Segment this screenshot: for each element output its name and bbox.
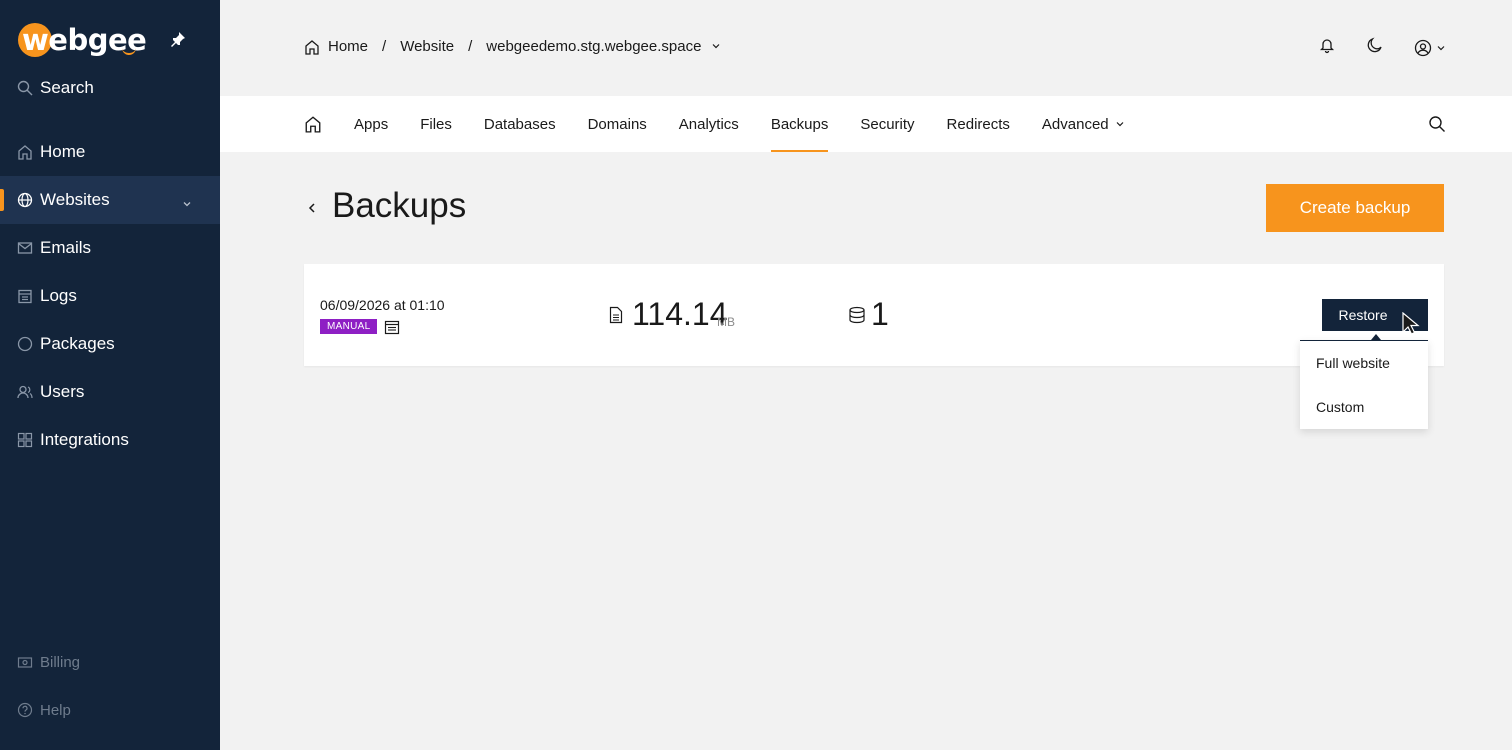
sidebar-item-billing[interactable]: Billing — [0, 638, 220, 686]
create-backup-button[interactable]: Create backup — [1266, 184, 1444, 232]
sidebar-search[interactable]: Search — [0, 64, 220, 112]
breadcrumb-website[interactable]: Website — [400, 38, 454, 55]
moon-icon[interactable] — [1366, 36, 1384, 59]
backup-type-badge: MANUAL — [320, 319, 378, 334]
page-header: Backups Create backup — [304, 184, 1444, 232]
home-icon — [305, 39, 319, 55]
sidebar-item-integrations[interactable]: Integrations — [0, 416, 220, 464]
sidebar-item-label: Websites — [40, 190, 110, 209]
sidebar-item-websites[interactable]: Websites — [0, 176, 220, 224]
backup-size-unit: MB — [717, 315, 735, 329]
calendar-icon[interactable] — [384, 319, 400, 340]
database-icon — [848, 306, 866, 329]
sidebar-item-emails[interactable]: Emails — [0, 224, 220, 272]
mail-icon — [16, 239, 34, 257]
package-icon — [16, 335, 34, 353]
chevron-down-icon[interactable] — [182, 194, 192, 214]
sidebar-item-packages[interactable]: Packages — [0, 320, 220, 368]
chevron-down-icon — [1437, 45, 1445, 50]
back-button[interactable] — [304, 198, 320, 218]
breadcrumb-domain[interactable]: webgeedemo.stg.webgee.space — [486, 38, 701, 55]
breadcrumb-home-label: Home — [328, 38, 369, 55]
header-actions — [1318, 36, 1446, 59]
sidebar-item-help[interactable]: Help — [0, 686, 220, 734]
tab-advanced-label: Advanced — [1041, 115, 1109, 133]
tab-analytics[interactable]: Analytics — [679, 96, 739, 152]
backup-size: 114.14 — [632, 296, 728, 332]
globe-icon — [16, 191, 34, 209]
sidebar-item-label: Logs — [40, 286, 77, 305]
sidebar-item-label: Help — [40, 701, 71, 719]
sidebar-item-label: Integrations — [40, 430, 129, 449]
sidebar-item-label: Home — [40, 142, 86, 161]
tab-domains[interactable]: Domains — [588, 96, 647, 152]
file-icon — [609, 306, 623, 329]
sidebar-search-label: Search — [40, 78, 94, 97]
help-icon — [16, 701, 34, 719]
tab-apps[interactable]: Apps — [354, 96, 388, 152]
restore-option-custom[interactable]: Custom — [1316, 399, 1364, 415]
breadcrumb-separator: / — [468, 38, 473, 55]
sidebar-item-users[interactable]: Users — [0, 368, 220, 416]
backup-row: 06/09/2026 at 01:10 MANUAL 114.14 MB 1 — [304, 264, 1444, 366]
restore-option-full-website[interactable]: Full website — [1316, 355, 1390, 371]
breadcrumb-home[interactable]: Home — [304, 38, 368, 55]
backup-date: 06/09/2026 at 01:10 — [320, 297, 445, 313]
breadcrumb: Home / Website / webgeedemo.stg.webgee.s… — [304, 38, 721, 55]
tab-databases[interactable]: Databases — [484, 96, 556, 152]
sidebar-item-label: Emails — [40, 238, 92, 257]
sidebar-item-home[interactable]: Home — [0, 128, 220, 176]
tab-redirects[interactable]: Redirects — [947, 96, 1010, 152]
chevron-down-icon[interactable] — [711, 38, 721, 55]
tab-advanced[interactable]: Advanced — [1042, 96, 1125, 152]
restore-dropdown: Full website Custom — [1300, 340, 1428, 429]
webgee-logo[interactable]: webgee — [18, 20, 147, 60]
tab-home[interactable] — [304, 96, 322, 152]
search-icon — [16, 79, 34, 97]
search-icon[interactable] — [1428, 115, 1446, 138]
pin-icon[interactable] — [170, 31, 186, 47]
chevron-down-icon — [1116, 122, 1124, 127]
tab-security[interactable]: Security — [860, 96, 914, 152]
mouse-cursor-icon — [1402, 311, 1420, 341]
sidebar-item-label: Billing — [40, 653, 81, 671]
sidebar-item-label: Packages — [40, 334, 115, 353]
tab-bar: Apps Files Databases Domains Analytics B… — [220, 96, 1512, 152]
sidebar: webgee Search Home Websites Emails Logs … — [0, 0, 220, 750]
sidebar-item-label: Users — [40, 382, 85, 401]
topbar: Home / Website / webgeedemo.stg.webgee.s… — [220, 0, 1512, 96]
home-icon — [16, 143, 34, 161]
tab-backups[interactable]: Backups — [770, 96, 828, 152]
logs-icon — [16, 287, 34, 305]
user-circle-icon — [1414, 39, 1432, 56]
sidebar-item-logs[interactable]: Logs — [0, 272, 220, 320]
tab-files[interactable]: Files — [420, 96, 452, 152]
billing-icon — [16, 653, 34, 671]
breadcrumb-separator: / — [382, 38, 387, 55]
integrations-icon — [16, 431, 34, 449]
tabs: Apps Files Databases Domains Analytics B… — [304, 96, 1157, 152]
home-icon — [305, 116, 321, 133]
chevron-left-icon — [308, 203, 315, 213]
bell-icon[interactable] — [1318, 36, 1336, 59]
backup-database-count: 1 — [871, 296, 889, 332]
user-menu[interactable] — [1414, 39, 1446, 57]
users-icon — [16, 383, 34, 401]
page-title: Backups — [332, 186, 467, 225]
